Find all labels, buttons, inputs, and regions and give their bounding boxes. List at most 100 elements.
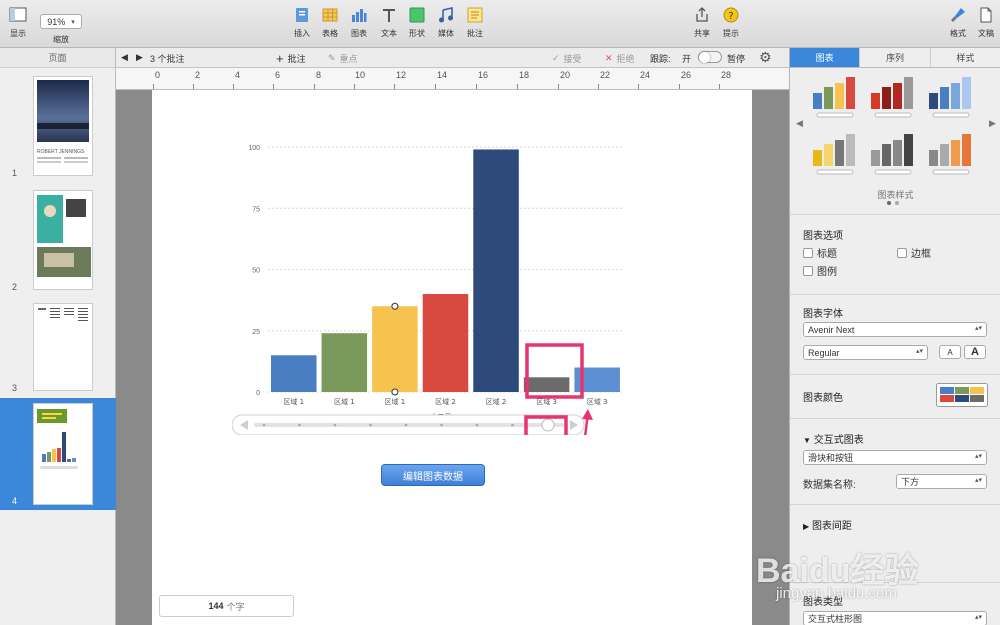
- interactive-chart-title[interactable]: ▼ 交互式图表: [803, 431, 864, 446]
- text-icon: [380, 6, 398, 24]
- chevron-updown-icon: ▴▾: [915, 348, 923, 355]
- y-tick-label: 50: [252, 268, 260, 275]
- shape-icon: [408, 6, 426, 24]
- page-dot-active[interactable]: [887, 201, 891, 205]
- chevron-left-icon[interactable]: ◀: [796, 118, 803, 129]
- slider-thumb: [541, 418, 555, 432]
- document-icon: [977, 6, 995, 24]
- tab-chart[interactable]: 图表: [790, 48, 861, 67]
- thumbnail-image: [33, 303, 93, 391]
- tracking-toggle[interactable]: [698, 51, 722, 63]
- thumbnail-name: ROBERT JENNINGS: [37, 149, 85, 155]
- comment-button[interactable]: 批注: [458, 6, 492, 39]
- accept-button[interactable]: ✓ 接受: [552, 52, 582, 65]
- selection-handle: [391, 388, 399, 396]
- close-icon: ✕: [605, 53, 613, 63]
- ruler-tick: 22: [600, 70, 611, 80]
- slider-stop: [333, 423, 337, 427]
- chart-bar: [422, 294, 469, 392]
- dataset-name-label: 数据集名称:: [803, 480, 856, 491]
- edit-chart-data-button[interactable]: 编辑图表数据: [381, 464, 485, 486]
- share-icon: [693, 6, 711, 24]
- pages-sidebar: 页面 ROBERT JENNINGS 1 2 3 4: [0, 48, 116, 625]
- font-larger-button[interactable]: A: [964, 345, 986, 359]
- word-count-unit: 个字: [226, 601, 245, 612]
- bar-chart[interactable]: 0255075100区域 1区域 1区域 1区域 2区域 2区域 3区域 3十二…: [232, 135, 662, 435]
- page-thumbnail[interactable]: ROBERT JENNINGS 1: [0, 74, 116, 180]
- document-page[interactable]: 0255075100区域 1区域 1区域 1区域 2区域 2区域 3区域 3十二…: [152, 90, 752, 625]
- chevron-down-icon: ▾: [71, 18, 75, 26]
- x-tick-label: 区域 1: [385, 397, 406, 406]
- x-tick-label: 区域 1: [283, 397, 304, 406]
- chart-bar: [473, 149, 519, 392]
- chart-type-select[interactable]: 交互式柱形图 ▴▾: [803, 611, 987, 625]
- border-checkbox[interactable]: 边框: [897, 245, 931, 260]
- slider-stop: [440, 423, 443, 427]
- chevron-right-icon[interactable]: ▶: [989, 118, 996, 129]
- gear-icon[interactable]: ⚙: [759, 49, 772, 66]
- font-smaller-button[interactable]: A: [939, 345, 961, 359]
- slider-stop: [475, 423, 479, 427]
- x-tick-label: 区域 2: [486, 397, 507, 406]
- arrow-right-icon: ▶: [136, 52, 143, 62]
- page-thumbnail-selected[interactable]: 4: [0, 398, 116, 510]
- chart-colors-well[interactable]: [936, 383, 988, 407]
- font-family-select[interactable]: Avenir Next ▴▾: [803, 322, 987, 337]
- music-note-icon: [437, 6, 455, 24]
- thumbnail-image: [33, 403, 93, 505]
- tab-style[interactable]: 样式: [931, 48, 1000, 67]
- chart-colors-section: 图表颜色: [790, 374, 1000, 418]
- ruler-tick: 2: [195, 70, 201, 80]
- help-icon: ?: [722, 6, 740, 24]
- page-thumbnail[interactable]: 2: [0, 188, 116, 296]
- chart-spacing-title[interactable]: ▶ 图表间距: [803, 517, 852, 532]
- ruler-tick: 0: [155, 70, 161, 80]
- watermark-url: jingyan.baidu.com: [776, 585, 897, 602]
- chart-colors-title: 图表颜色: [803, 393, 843, 404]
- comment-next-button[interactable]: ▶: [136, 52, 143, 63]
- svg-text:?: ?: [728, 11, 733, 22]
- selection-handle: [391, 302, 399, 310]
- x-tick-label: 区域 2: [435, 397, 456, 406]
- chart-button[interactable]: 图表: [342, 6, 376, 39]
- chart-bar: [523, 377, 570, 392]
- ruler-tick: 20: [560, 70, 571, 80]
- chart-style-swatch: [929, 134, 971, 175]
- interactive-mode-select[interactable]: 滑块和按钮 ▴▾: [803, 450, 987, 465]
- chart-options-section: 图表选项 标题 边框 图例: [790, 214, 1000, 294]
- zoom-select[interactable]: 91% ▾: [40, 14, 82, 29]
- chevron-updown-icon: ▴▾: [974, 325, 982, 332]
- page-dot[interactable]: [895, 201, 899, 205]
- tab-series[interactable]: 序列: [860, 48, 931, 67]
- dataset-position-select[interactable]: 下方 ▴▾: [896, 474, 987, 489]
- legend-checkbox[interactable]: 图例: [803, 263, 837, 278]
- add-comment-button[interactable]: + 批注: [276, 52, 306, 65]
- chevron-updown-icon: ▴▾: [974, 453, 982, 460]
- tracking-on-label: 开: [682, 54, 692, 64]
- paintbrush-icon: [949, 6, 967, 24]
- ruler-tick: 28: [721, 70, 732, 80]
- word-count[interactable]: 144 个字: [159, 595, 294, 617]
- ruler-tick: 18: [519, 70, 530, 80]
- pages-title: 页面: [0, 48, 115, 68]
- insert-icon: [293, 6, 311, 24]
- chart-style-swatches[interactable]: [810, 72, 982, 198]
- disclosure-closed-icon: ▶: [803, 522, 810, 531]
- reject-button[interactable]: ✕ 拒绝: [605, 52, 635, 65]
- document-button[interactable]: 文稿: [969, 6, 1000, 39]
- ruler-tick: 8: [316, 70, 322, 80]
- view-button[interactable]: 显示: [1, 6, 35, 39]
- title-checkbox[interactable]: 标题: [803, 245, 837, 260]
- page-thumbnail[interactable]: 3: [0, 303, 116, 397]
- baidu-watermark: Baidu经验 jingyan.baidu.com: [756, 535, 956, 605]
- table-icon: [321, 6, 339, 24]
- comment-prev-button[interactable]: ◀: [121, 52, 128, 63]
- chart-options-title: 图表选项: [803, 231, 843, 242]
- chart-bar: [372, 306, 418, 392]
- word-count-value: 144: [208, 601, 224, 611]
- chart-style-label: 图表样式: [877, 190, 914, 200]
- highlight-button[interactable]: ✎ 重点: [328, 52, 358, 65]
- font-style-select[interactable]: Regular ▴▾: [803, 345, 928, 360]
- chart-bar: [271, 355, 317, 392]
- tips-button[interactable]: ? 提示: [714, 6, 748, 39]
